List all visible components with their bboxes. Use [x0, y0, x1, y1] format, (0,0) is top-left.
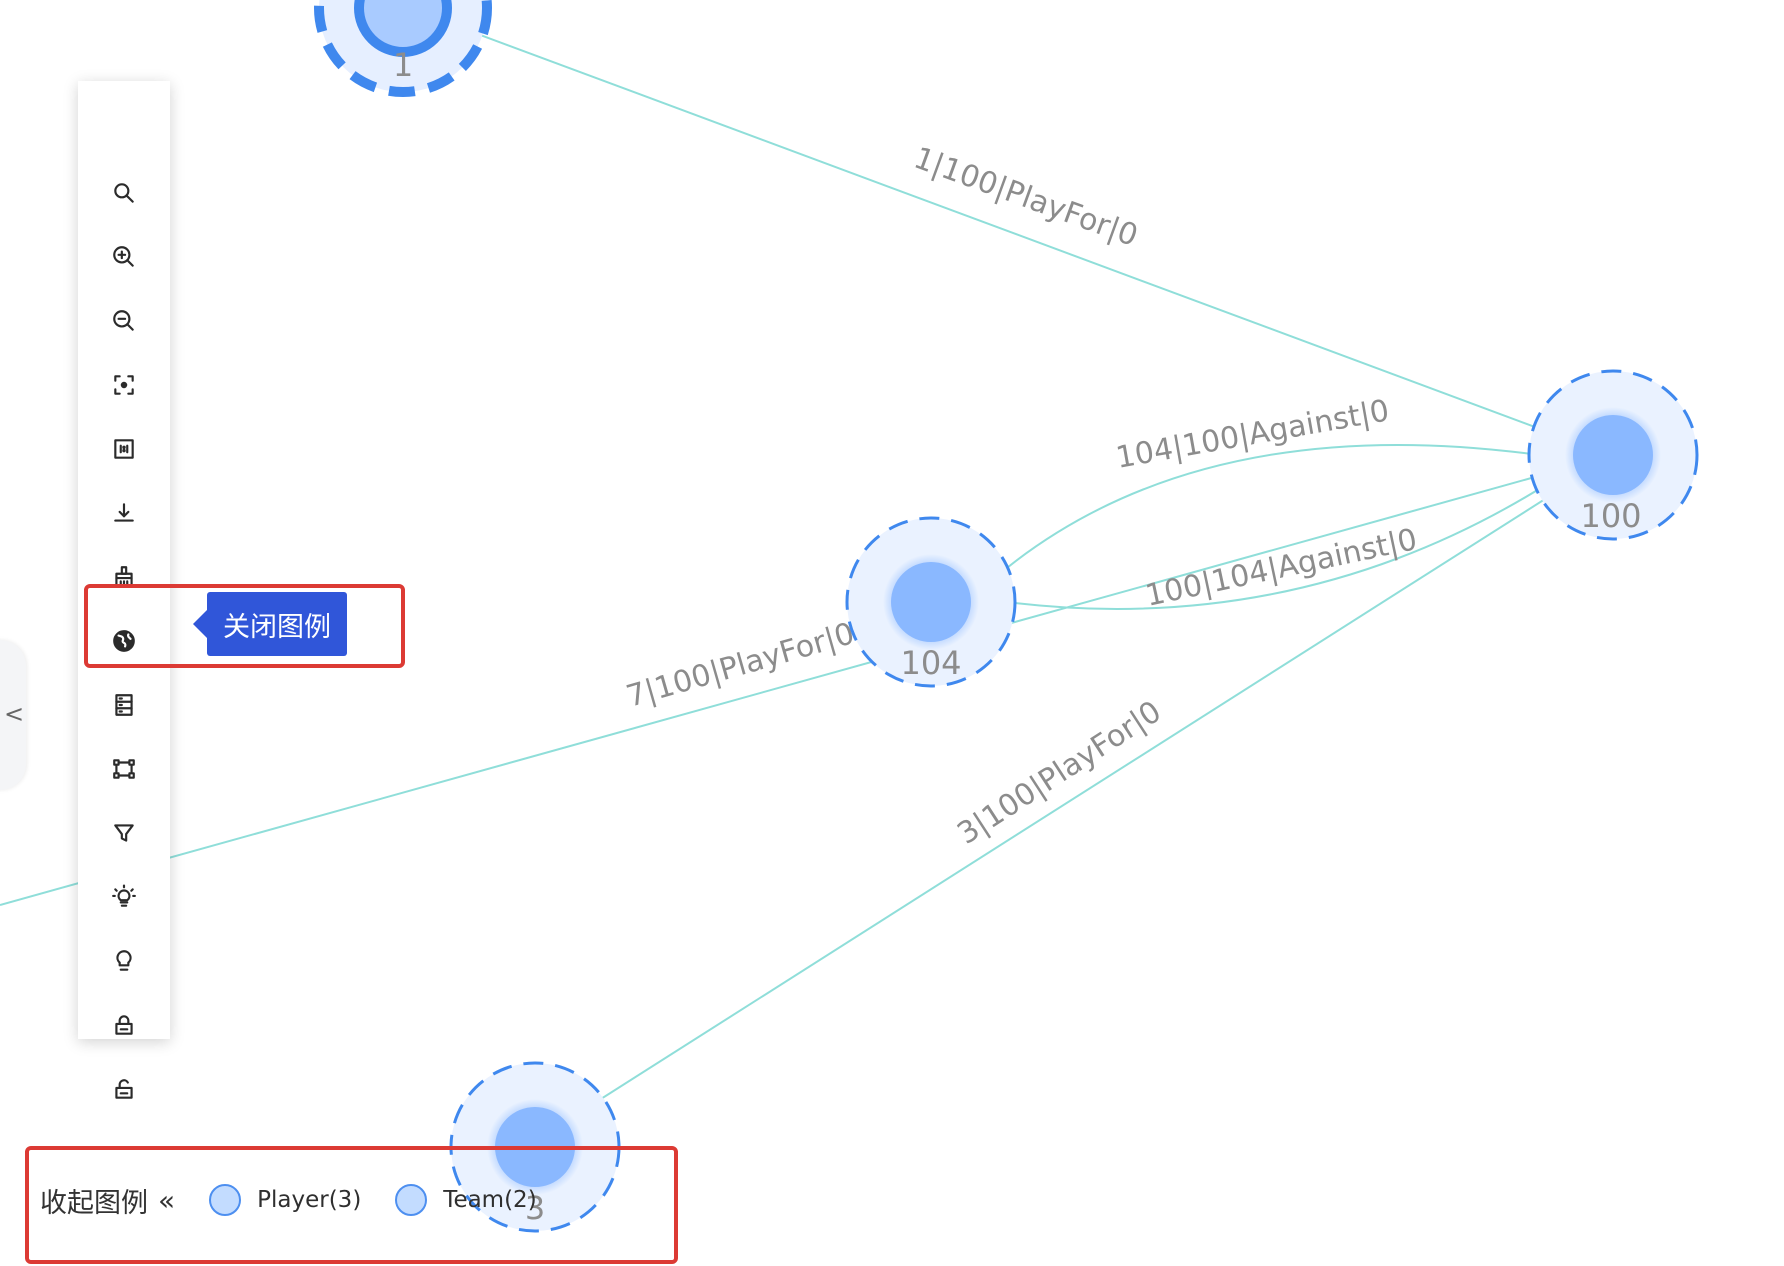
legend-item-player[interactable]: Player(3) [209, 1184, 361, 1216]
legend-toggle-button[interactable] [78, 673, 170, 737]
search-button[interactable] [78, 161, 170, 225]
edge-label-7-100: 7|100|PlayFor|0 [623, 616, 859, 714]
legend-collapse-label[interactable]: 收起图例 [40, 1181, 148, 1220]
highlight-off-button[interactable] [78, 929, 170, 993]
highlight-on-icon [112, 884, 136, 907]
legend-swatch-team [395, 1184, 428, 1216]
filter-icon [114, 824, 134, 842]
chevron-left-icon: < [4, 700, 25, 728]
unlock-icon [115, 1079, 133, 1099]
edge-7-100[interactable] [0, 465, 1562, 906]
globe-button[interactable] [78, 609, 170, 673]
node-104[interactable]: 104 [845, 516, 1017, 688]
legend-toggle-tooltip: 关闭图例 [193, 592, 347, 656]
clear-canvas-icon [115, 566, 133, 587]
legend-swatch-player [209, 1184, 242, 1216]
edge-label-104-100: 104|100|Against|0 [1113, 393, 1392, 476]
focus-center-button[interactable] [78, 353, 170, 417]
node-100-label: 100 [1580, 497, 1641, 535]
legend-item-team[interactable]: Team(2) [395, 1184, 537, 1216]
legend-item-label: Player(3) [257, 1187, 362, 1213]
edge-labels: 1|100|PlayFor|0 104|100|Against|0 100|10… [623, 141, 1421, 852]
focus-center-icon [114, 375, 134, 395]
legend-item-label: Team(2) [443, 1187, 537, 1213]
highlight-on-button[interactable] [78, 865, 170, 929]
actual-size-button[interactable] [78, 417, 170, 481]
node-100[interactable]: 100 [1527, 369, 1699, 541]
node-1-label: 1 [393, 46, 413, 84]
highlight-off-icon [116, 950, 132, 971]
zoom-in-icon [113, 246, 134, 267]
double-chevron-left-icon[interactable]: « [158, 1184, 175, 1217]
node-104-label: 104 [900, 644, 961, 682]
legend-bar: 收起图例 « Player(3) Team(2) [30, 1158, 670, 1242]
fit-view-button[interactable] [78, 737, 170, 801]
clear-canvas-button[interactable] [78, 545, 170, 609]
edge-label-3-100: 3|100|PlayFor|0 [951, 694, 1167, 851]
edge-3-100[interactable] [559, 479, 1577, 1126]
filter-button[interactable] [78, 801, 170, 865]
zoom-out-icon [113, 310, 134, 331]
graph-toolbar [78, 81, 170, 1099]
download-icon [114, 503, 134, 522]
search-icon [114, 183, 134, 203]
node-1[interactable]: 1 [314, 0, 492, 97]
lock-icon [115, 1015, 133, 1035]
download-button[interactable] [78, 481, 170, 545]
actual-size-icon [114, 439, 134, 459]
zoom-in-button[interactable] [78, 225, 170, 289]
globe-icon [113, 630, 135, 652]
unlock-button[interactable] [78, 1057, 170, 1121]
lock-button[interactable] [78, 993, 170, 1057]
legend-toggle-icon [115, 694, 133, 716]
edge-label-100-104: 100|104|Against|0 [1142, 522, 1420, 614]
sidebar-collapse-handle[interactable]: < [0, 640, 26, 790]
zoom-out-button[interactable] [78, 289, 170, 353]
edge-1-100[interactable] [439, 19, 1572, 443]
fit-view-icon [113, 759, 135, 779]
